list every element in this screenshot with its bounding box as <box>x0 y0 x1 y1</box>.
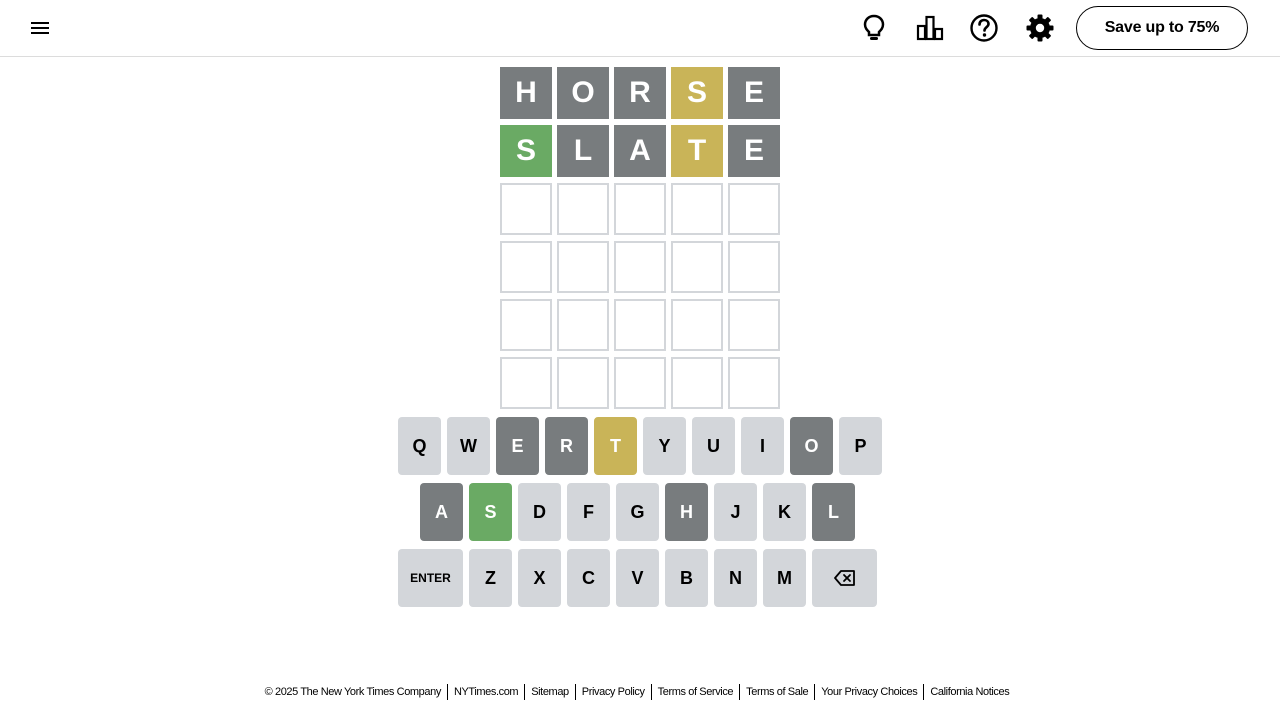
board-row <box>500 183 780 236</box>
board-tile <box>671 183 723 235</box>
settings-gear-icon[interactable] <box>1024 12 1056 44</box>
footer-link-terms-of-service[interactable]: Terms of Service <box>652 684 741 700</box>
game-board: HORSESLATE <box>500 67 780 415</box>
board-row: SLATE <box>500 125 780 178</box>
key-p[interactable]: P <box>839 417 882 475</box>
key-u[interactable]: U <box>692 417 735 475</box>
key-q[interactable]: Q <box>398 417 441 475</box>
backspace-icon <box>833 570 855 586</box>
footer-link-california-notices[interactable]: California Notices <box>924 684 1015 700</box>
footer-link-terms-of-sale[interactable]: Terms of Sale <box>740 684 816 700</box>
footer-link-nytimes[interactable]: NYTimes.com <box>448 684 526 700</box>
board-row <box>500 299 780 352</box>
footer-link-privacy-choices[interactable]: Your Privacy Choices <box>815 684 925 700</box>
on-screen-keyboard: Q W E R T Y U I O P A S D F G H J K L ENTER Z X C V B N M <box>398 417 882 615</box>
top-navigation-bar: Save up to 75% <box>0 0 1280 57</box>
board-row <box>500 241 780 294</box>
keyboard-row: ENTER Z X C V B N M <box>398 549 882 607</box>
board-row: HORSE <box>500 67 780 120</box>
board-tile <box>557 183 609 235</box>
key-m[interactable]: M <box>763 549 806 607</box>
board-tile: H <box>500 67 552 119</box>
board-tile <box>500 357 552 409</box>
stats-bar-chart-icon[interactable] <box>914 12 946 44</box>
key-k[interactable]: K <box>763 483 806 541</box>
board-tile: T <box>671 125 723 177</box>
key-h[interactable]: H <box>665 483 708 541</box>
footer: © 2025 The New York Times Company NYTime… <box>0 684 1280 700</box>
key-f[interactable]: F <box>567 483 610 541</box>
key-g[interactable]: G <box>616 483 659 541</box>
board-tile: O <box>557 67 609 119</box>
key-s[interactable]: S <box>469 483 512 541</box>
key-r[interactable]: R <box>545 417 588 475</box>
key-z[interactable]: Z <box>469 549 512 607</box>
board-tile <box>671 241 723 293</box>
key-t[interactable]: T <box>594 417 637 475</box>
board-tile <box>500 183 552 235</box>
help-question-icon[interactable] <box>968 12 1000 44</box>
key-l[interactable]: L <box>812 483 855 541</box>
board-tile <box>671 357 723 409</box>
board-tile: E <box>728 125 780 177</box>
board-tile <box>728 183 780 235</box>
key-e[interactable]: E <box>496 417 539 475</box>
key-j[interactable]: J <box>714 483 757 541</box>
board-tile: S <box>671 67 723 119</box>
board-tile <box>614 357 666 409</box>
board-tile <box>500 299 552 351</box>
keyboard-row: QWERTYUIOP <box>398 417 882 475</box>
board-tile: A <box>614 125 666 177</box>
hint-lightbulb-icon[interactable] <box>858 12 890 44</box>
key-d[interactable]: D <box>518 483 561 541</box>
footer-link-privacy-policy[interactable]: Privacy Policy <box>576 684 652 700</box>
key-i[interactable]: I <box>741 417 784 475</box>
key-n[interactable]: N <box>714 549 757 607</box>
board-tile: R <box>614 67 666 119</box>
board-tile <box>614 183 666 235</box>
key-b[interactable]: B <box>665 549 708 607</box>
backspace-key[interactable] <box>812 549 877 607</box>
board-tile <box>614 241 666 293</box>
board-tile <box>557 299 609 351</box>
board-tile <box>614 299 666 351</box>
key-v[interactable]: V <box>616 549 659 607</box>
board-tile <box>671 299 723 351</box>
key-w[interactable]: W <box>447 417 490 475</box>
board-tile: S <box>500 125 552 177</box>
key-x[interactable]: X <box>518 549 561 607</box>
board-tile <box>728 241 780 293</box>
board-row <box>500 357 780 410</box>
enter-key[interactable]: ENTER <box>398 549 463 607</box>
key-c[interactable]: C <box>567 549 610 607</box>
board-tile <box>728 299 780 351</box>
board-tile <box>557 241 609 293</box>
key-y[interactable]: Y <box>643 417 686 475</box>
key-o[interactable]: O <box>790 417 833 475</box>
board-tile: E <box>728 67 780 119</box>
board-tile <box>500 241 552 293</box>
footer-copyright: © 2025 The New York Times Company <box>265 684 448 700</box>
subscribe-save-button[interactable]: Save up to 75% <box>1076 6 1248 50</box>
board-tile <box>557 357 609 409</box>
footer-link-sitemap[interactable]: Sitemap <box>525 684 576 700</box>
keyboard-row: ASDFGHJKL <box>398 483 882 541</box>
board-tile <box>728 357 780 409</box>
key-a[interactable]: A <box>420 483 463 541</box>
hamburger-menu-icon[interactable] <box>26 14 54 42</box>
board-tile: L <box>557 125 609 177</box>
